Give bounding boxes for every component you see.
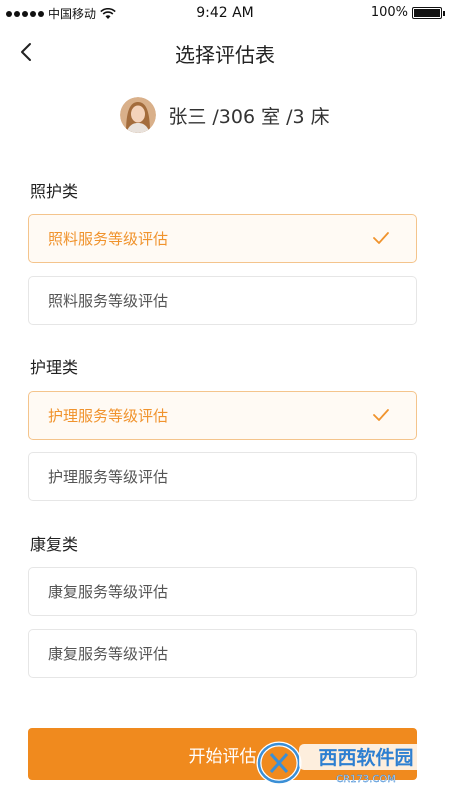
option-rehab-2[interactable]: 康复服务等级评估 xyxy=(28,629,417,678)
option-care-1[interactable]: 照料服务等级评估 xyxy=(28,214,417,263)
watermark-logo: 西西软件园 CR173.COM xyxy=(256,741,433,785)
section-label-nursing: 护理类 xyxy=(30,358,79,377)
check-icon xyxy=(373,409,389,421)
battery-icon xyxy=(412,6,445,19)
option-label: 照料服务等级评估 xyxy=(48,292,169,310)
option-nursing-1[interactable]: 护理服务等级评估 xyxy=(28,391,417,440)
option-label: 护理服务等级评估 xyxy=(48,468,169,486)
nav-bar: 选择评估表 xyxy=(0,30,450,74)
option-label: 照料服务等级评估 xyxy=(48,230,169,248)
patient-info: 张三 /306 室 /3 床 xyxy=(168,105,330,128)
option-nursing-2[interactable]: 护理服务等级评估 xyxy=(28,452,417,501)
avatar-image xyxy=(120,97,157,133)
page-title: 选择评估表 xyxy=(175,43,275,67)
option-label: 康复服务等级评估 xyxy=(48,645,169,663)
battery-percent: 100% xyxy=(370,5,408,20)
check-icon xyxy=(373,232,389,244)
avatar xyxy=(120,97,157,133)
svg-text:西西软件园: 西西软件园 xyxy=(318,746,413,769)
section-label-rehab: 康复类 xyxy=(30,535,79,554)
status-bar: 中国移动 9:42 AM 100% xyxy=(0,0,450,26)
option-care-2[interactable]: 照料服务等级评估 xyxy=(28,276,417,325)
status-right: 100% xyxy=(370,5,445,20)
option-label: 护理服务等级评估 xyxy=(48,407,169,425)
option-rehab-1[interactable]: 康复服务等级评估 xyxy=(28,567,417,616)
option-label: 康复服务等级评估 xyxy=(48,583,169,601)
section-label-care: 照护类 xyxy=(30,182,79,201)
patient-header: 张三 /306 室 /3 床 xyxy=(0,95,450,135)
svg-text:CR173.COM: CR173.COM xyxy=(336,774,396,785)
